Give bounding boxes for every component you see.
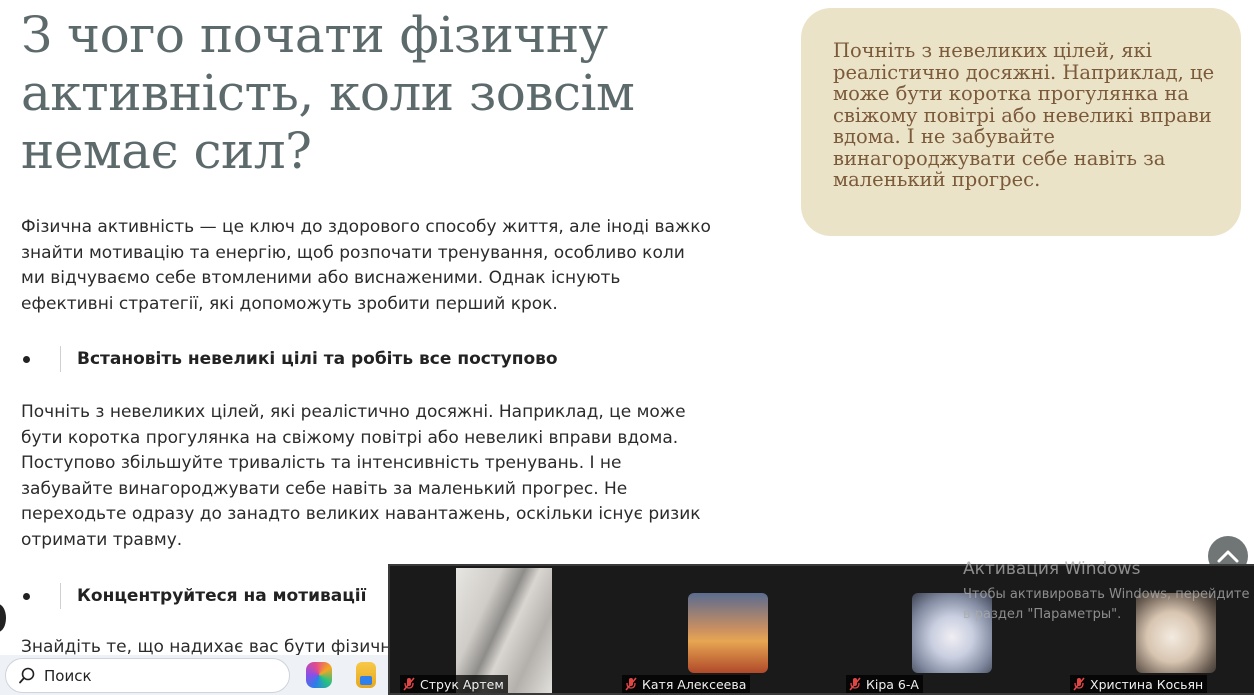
quote-text: Почніть з невеликих цілей, які реалістич…: [833, 39, 1215, 191]
divider: [60, 583, 61, 609]
participant-name: Христина Косьян: [1090, 676, 1204, 692]
copilot-icon[interactable]: [306, 662, 332, 688]
section-heading-motivation: Концентруйтеся на мотивації: [21, 582, 366, 610]
quote-callout: Почніть з невеликих цілей, які реалістич…: [801, 8, 1241, 236]
activation-title: Активация Windows: [963, 559, 1141, 579]
mic-muted-icon: [625, 677, 637, 691]
activation-line-2: в раздел "Параметры".: [963, 607, 1122, 622]
windows-activation-watermark: Активация Windows Чтобы активировать Win…: [963, 559, 1250, 625]
file-explorer-icon[interactable]: [356, 662, 376, 688]
section-heading-label: Концентруйтеся на мотивації: [77, 586, 367, 606]
participant-tile[interactable]: Катя Алексеева: [616, 568, 836, 695]
section-heading-goals: Встановіть невеликі цілі та робіть все п…: [21, 345, 558, 373]
section-paragraph-goals: Почніть з невеликих цілей, які реалістич…: [21, 402, 701, 550]
participant-name: Струк Артем: [420, 676, 504, 692]
participant-name: Катя Алексеева: [642, 676, 747, 692]
participant-name-tag: Струк Артем: [400, 675, 508, 693]
side-handle[interactable]: [0, 604, 6, 632]
taskbar-search[interactable]: Поиск: [5, 658, 290, 693]
bullet-icon: [23, 355, 30, 363]
search-icon: [19, 667, 35, 683]
participant-name-tag: Кіра 6-А: [846, 675, 923, 693]
mic-muted-icon: [403, 677, 415, 691]
activation-line-1: Чтобы активировать Windows, перейдите: [963, 587, 1250, 602]
participant-name-tag: Христина Косьян: [1070, 675, 1208, 693]
intro-paragraph: Фізична активність — це ключ до здоровог…: [21, 217, 711, 314]
bullet-icon: [23, 592, 30, 600]
search-label: Поиск: [44, 666, 92, 685]
page-title: З чого почати фізичну активність, коли з…: [21, 6, 635, 180]
taskbar: Поиск: [0, 655, 388, 695]
participant-avatar: [688, 593, 768, 673]
folder-badge: [360, 676, 372, 685]
mic-muted-icon: [849, 677, 861, 691]
divider: [60, 346, 61, 372]
mic-muted-icon: [1073, 677, 1085, 691]
section-heading-label: Встановіть невеликі цілі та робіть все п…: [77, 349, 558, 369]
article: З чого почати фізичну активність, коли з…: [21, 0, 721, 657]
participant-tile[interactable]: Струк Артем: [394, 568, 614, 695]
participant-name-tag: Катя Алексеева: [622, 675, 751, 693]
participant-name: Кіра 6-А: [866, 676, 919, 692]
